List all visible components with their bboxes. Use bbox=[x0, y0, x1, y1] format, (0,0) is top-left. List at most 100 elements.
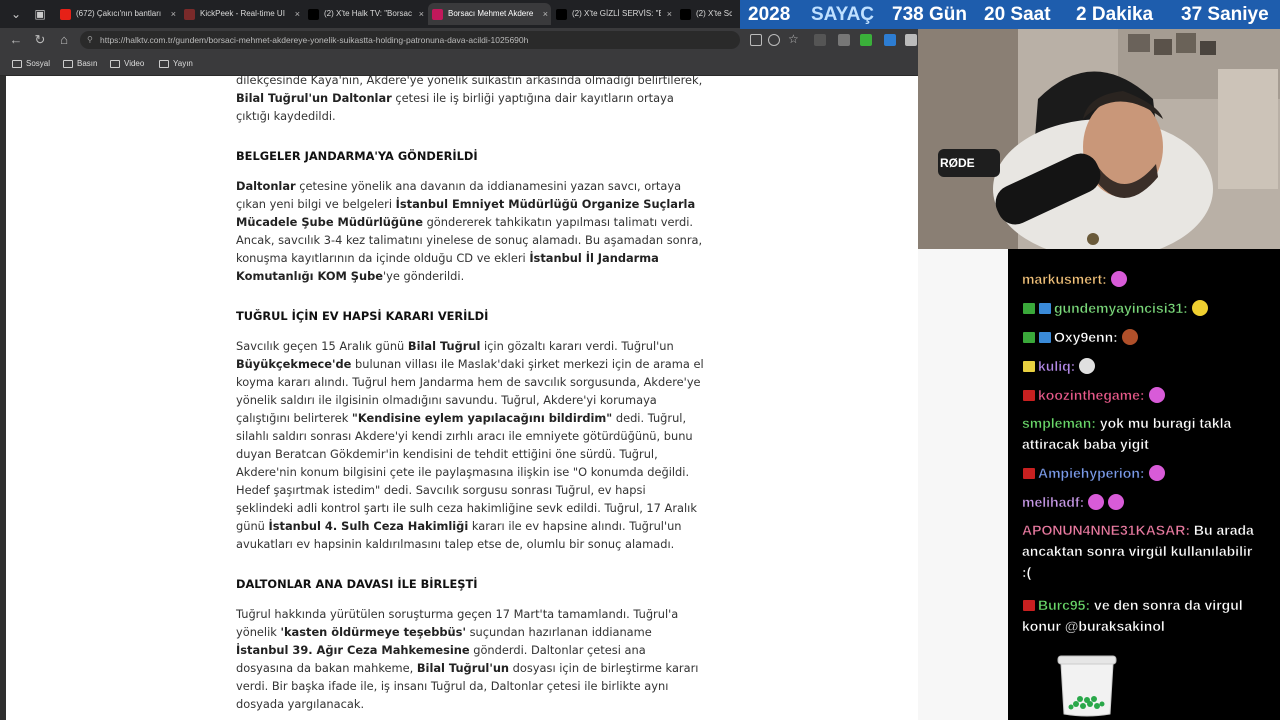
text-run: Savcılık geçen 15 Aralık günü bbox=[236, 339, 408, 353]
browser-tab[interactable]: (672) Çakıcı'nın bantları × bbox=[56, 3, 179, 25]
chat-emote-icon bbox=[1079, 358, 1096, 374]
bookmark-label: Sosyal bbox=[26, 59, 51, 68]
tab-actions-icon[interactable]: ▣ bbox=[30, 4, 50, 24]
streamer-webcam-image: RØDE bbox=[918, 29, 1280, 249]
chat-message: kuliq: bbox=[1022, 356, 1222, 377]
article-paragraph: dilekçesinde Kaya'nın, Akdere'ye yönelik… bbox=[236, 76, 706, 125]
browser-window: ⌄ ▣ (672) Çakıcı'nın bantları × KickPeek -… bbox=[0, 0, 918, 720]
browser-tab[interactable]: (2) X'te Halk TV: "Borsac × bbox=[304, 3, 427, 25]
text-run: dedi. Tuğrul, silahlı saldırı sonrası Ak… bbox=[236, 411, 697, 533]
tab-close-icon[interactable]: × bbox=[419, 3, 424, 25]
text-run: suçundan hazırlanan iddianame bbox=[465, 625, 652, 639]
reload-icon[interactable]: ↻ bbox=[30, 30, 50, 50]
extension-5-icon[interactable] bbox=[905, 34, 917, 46]
tab-close-icon[interactable]: × bbox=[171, 3, 176, 25]
chat-username: gundemyayincisi31: bbox=[1054, 300, 1188, 316]
chat-badge-icon bbox=[1022, 360, 1036, 373]
tab-title: (672) Çakıcı'nın bantları bbox=[76, 9, 162, 18]
bold-text: Büyükçekmece'de bbox=[236, 357, 352, 371]
chat-message: Burc95: ve den sonra da virgul konur @bu… bbox=[1022, 595, 1257, 637]
chat-username: markusmert: bbox=[1022, 271, 1107, 287]
bookmark-folder-video[interactable]: Video bbox=[110, 52, 144, 76]
bookmark-label: Video bbox=[124, 59, 145, 68]
article-paragraph: Savcılık geçen 15 Aralık günü Bilal Tuğr… bbox=[236, 337, 706, 553]
chat-badge-icon bbox=[1022, 467, 1036, 480]
bold-text: "Kendisine eylem yapılacağını bildirdim" bbox=[351, 411, 613, 425]
extension-1-icon[interactable] bbox=[814, 34, 826, 46]
kickpeek-favicon-icon bbox=[184, 9, 195, 20]
chat-emote-icon bbox=[1108, 494, 1125, 510]
site-info-icon[interactable]: ⚲ bbox=[87, 31, 93, 49]
chat-message: koozinthegame: bbox=[1022, 385, 1222, 406]
folder-icon bbox=[110, 60, 120, 68]
tab-close-icon[interactable]: × bbox=[295, 3, 300, 25]
bookmark-folder-sosyal[interactable]: Sosyal bbox=[12, 52, 50, 76]
tab-title: Borsacı Mehmet Akdere bbox=[448, 9, 534, 18]
chat-message: Ampiehyperion: bbox=[1022, 463, 1222, 484]
bookmark-folder-yayin[interactable]: Yayın bbox=[159, 52, 193, 76]
bold-text: Bilal Tuğrul'un Daltonlar bbox=[236, 91, 392, 105]
chat-username: smpleman: bbox=[1022, 415, 1096, 431]
home-icon[interactable]: ⌂ bbox=[54, 30, 74, 50]
bookmark-folder-basin[interactable]: Basın bbox=[63, 52, 97, 76]
chat-badge-icon bbox=[1022, 302, 1036, 315]
bookmark-label: Yayın bbox=[173, 59, 193, 68]
folder-icon bbox=[159, 60, 169, 68]
text-run: 'ye gönderildi. bbox=[383, 269, 465, 283]
tab-title: KickPeek - Real-time UI bbox=[200, 9, 285, 18]
bookmark-star-icon[interactable]: ☆ bbox=[788, 33, 800, 45]
chat-badge-icon bbox=[1038, 302, 1052, 315]
chat-username: kuliq: bbox=[1038, 358, 1076, 374]
text-run: dilekçesinde Kaya'nın, Akdere'ye yönelik… bbox=[236, 76, 703, 87]
chat-emote-icon bbox=[1148, 465, 1165, 481]
back-arrow-icon[interactable]: ← bbox=[6, 30, 26, 50]
tab-title: (2) X'te GİZLİ SERVİS: "B bbox=[572, 9, 661, 18]
extension-2-icon[interactable] bbox=[838, 34, 850, 46]
bookmark-label: Basın bbox=[77, 59, 98, 68]
tab-close-icon[interactable]: × bbox=[667, 3, 672, 25]
stream-background-panel bbox=[918, 249, 1008, 720]
browser-tab[interactable]: (2) X'te GİZLİ SERVİS: "B × bbox=[552, 3, 675, 25]
article-subheading: BELGELER JANDARMA'YA GÖNDERİLDİ bbox=[236, 149, 478, 163]
chat-username: Oxy9enn: bbox=[1054, 329, 1118, 345]
chat-message: gundemyayincisi31: bbox=[1022, 298, 1222, 319]
webcam-feed: RØDE bbox=[918, 29, 1280, 249]
chat-username: Burc95: bbox=[1038, 597, 1091, 613]
article-paragraph: Daltonlar çetesine yönelik ana davanın d… bbox=[236, 177, 706, 285]
chat-badge-icon bbox=[1022, 389, 1036, 402]
url-input[interactable]: ⚲ https://halktv.com.tr/gundem/borsaci-m… bbox=[80, 31, 740, 49]
chat-emote-icon bbox=[1110, 271, 1127, 287]
tab-title: (2) X'te Halk TV: "Borsac bbox=[324, 9, 412, 18]
extension-4-icon[interactable] bbox=[884, 34, 896, 46]
bold-text: 'kasten öldürmeye teşebbüs' bbox=[280, 625, 466, 639]
chat-badge-icon bbox=[1022, 331, 1036, 344]
tab-close-icon[interactable]: × bbox=[543, 3, 548, 25]
bold-text: Bilal Tuğrul'un bbox=[416, 661, 510, 675]
chat-username: Ampiehyperion: bbox=[1038, 465, 1145, 481]
countdown-minutes: 2 Dakika bbox=[1076, 4, 1154, 25]
bold-text: Daltonlar bbox=[236, 179, 296, 193]
bold-text: İstanbul 39. Ağır Ceza Mahkemesine bbox=[236, 643, 470, 657]
chat-emote-icon bbox=[1191, 300, 1208, 316]
browser-tab[interactable]: KickPeek - Real-time UI × bbox=[180, 3, 303, 25]
browser-tab[interactable]: Borsacı Mehmet Akdere × bbox=[428, 3, 551, 25]
chat-username: APONUN4NNE31KASAR: bbox=[1022, 522, 1191, 538]
article-subheading: TUĞRUL İÇİN EV HAPSİ KARARI VERİLDİ bbox=[236, 309, 489, 323]
countdown-seconds: 37 Saniye bbox=[1181, 4, 1269, 25]
install-app-icon[interactable] bbox=[750, 34, 762, 46]
microphone-brand-text: RØDE bbox=[940, 156, 975, 170]
text-run: için gözaltı kararı verdi. Tuğrul'un bbox=[480, 339, 674, 353]
halktv-favicon-icon bbox=[432, 9, 443, 20]
translate-icon[interactable] bbox=[768, 34, 780, 46]
tab-search-chevron-icon[interactable]: ⌄ bbox=[6, 4, 26, 24]
extension-3-icon[interactable] bbox=[860, 34, 872, 46]
countdown-banner: 2028 SAYAÇ 738 Gün 20 Saat 2 Dakika 37 S… bbox=[740, 0, 1280, 29]
article-paragraph: Tuğrul hakkında yürütülen soruşturma geç… bbox=[236, 605, 706, 713]
x-favicon-icon bbox=[308, 9, 319, 20]
chat-badge-icon bbox=[1022, 599, 1036, 612]
countdown-label: SAYAÇ bbox=[811, 4, 875, 25]
chat-message: APONUN4NNE31KASAR: Bu arada ancaktan son… bbox=[1022, 520, 1257, 583]
browser-tab[interactable]: (2) X'te Schw bbox=[676, 3, 746, 25]
article-body: dilekçesinde Kaya'nın, Akdere'ye yönelik… bbox=[236, 76, 706, 713]
chat-emote-icon bbox=[1121, 329, 1138, 345]
